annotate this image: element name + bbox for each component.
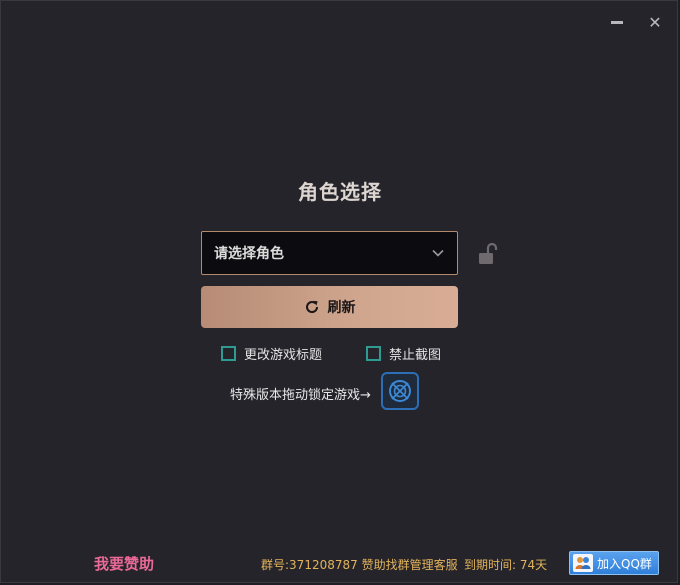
drag-lock-target[interactable] xyxy=(381,372,419,410)
close-button[interactable]: ✕ xyxy=(644,11,666,33)
minimize-button[interactable] xyxy=(606,11,628,33)
checkbox-label: 禁止截图 xyxy=(389,348,442,363)
minimize-icon xyxy=(611,20,623,24)
app-window: ✕ 角色选择 请选择角色 刷新 更改游戏标题 禁止截图 特殊版本拖动锁定游戏→ xyxy=(0,0,678,583)
role-select-value: 请选择角色 xyxy=(214,246,284,262)
sponsor-link[interactable]: 我要赞助 xyxy=(94,553,154,574)
join-qq-group-button[interactable]: 加入QQ群 xyxy=(569,551,659,575)
page-title: 角色选择 xyxy=(298,180,382,204)
disable-screenshot-checkbox[interactable]: 禁止截图 xyxy=(366,344,441,363)
crosshair-target-icon xyxy=(389,380,411,402)
unlocked-padlock-icon[interactable] xyxy=(477,242,499,266)
close-icon: ✕ xyxy=(648,12,662,32)
checkbox-label: 更改游戏标题 xyxy=(244,348,323,363)
checkbox-box[interactable] xyxy=(221,346,236,361)
change-game-title-checkbox[interactable]: 更改游戏标题 xyxy=(221,344,322,363)
expire-time-text: 到期时间: 74天 xyxy=(464,558,548,572)
refresh-icon xyxy=(305,300,318,313)
qq-button-label: 加入QQ群 xyxy=(597,556,652,571)
checkbox-box[interactable] xyxy=(366,346,381,361)
qq-group-icon xyxy=(573,554,593,572)
special-version-label: 特殊版本拖动锁定游戏→ xyxy=(230,388,371,403)
refresh-button[interactable]: 刷新 xyxy=(201,286,458,328)
role-select[interactable]: 请选择角色 xyxy=(201,231,458,275)
chevron-down-icon xyxy=(432,249,444,257)
refresh-label: 刷新 xyxy=(327,300,356,316)
group-info-text: 群号:371208787 赞助找群管理客服 xyxy=(261,558,458,572)
